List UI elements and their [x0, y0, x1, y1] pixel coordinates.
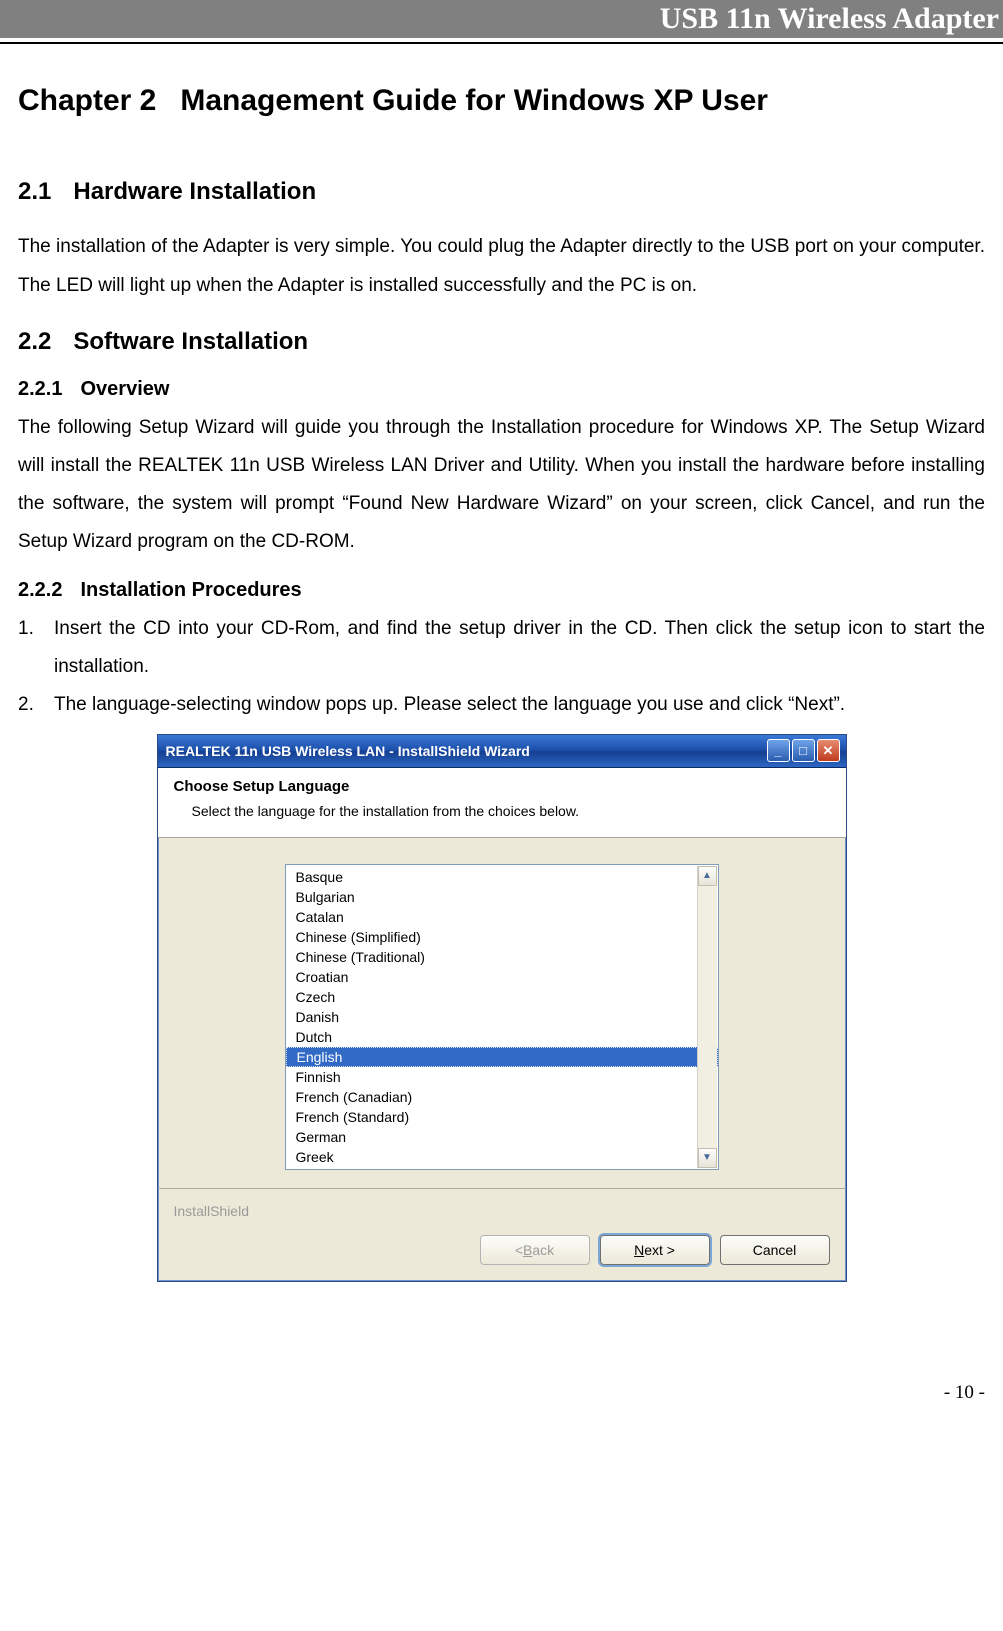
list-item: 2. The language-selecting window pops up…: [18, 686, 985, 724]
scrollbar[interactable]: ▲ ▼: [697, 866, 717, 1168]
chapter-title: Chapter 2 Management Guide for Windows XP…: [18, 84, 985, 118]
section-title: Hardware Installation: [73, 178, 316, 205]
maximize-button[interactable]: □: [792, 739, 815, 762]
close-button[interactable]: ✕: [817, 739, 840, 762]
minimize-icon: _: [768, 740, 789, 761]
language-option[interactable]: Chinese (Simplified): [286, 927, 718, 947]
wizard-body: BasqueBulgarianCatalanChinese (Simplifie…: [158, 838, 846, 1188]
back-button: < Back: [480, 1235, 590, 1265]
section-2-1-heading: 2.1 Hardware Installation: [18, 178, 985, 206]
language-option[interactable]: French (Standard): [286, 1107, 718, 1127]
section-2-2-2-heading: 2.2.2 Installation Procedures: [18, 579, 985, 602]
language-option[interactable]: Dutch: [286, 1027, 718, 1047]
language-option[interactable]: German: [286, 1127, 718, 1147]
list-text: The language-selecting window pops up. P…: [54, 686, 985, 724]
language-option[interactable]: Danish: [286, 1007, 718, 1027]
cancel-label: Cancel: [753, 1242, 797, 1258]
banner-title: Choose Setup Language: [174, 778, 830, 795]
language-option[interactable]: Catalan: [286, 907, 718, 927]
installshield-brand: InstallShield: [174, 1203, 830, 1219]
subsection-num: 2.2.2: [18, 579, 62, 601]
section-2-2-1-para: The following Setup Wizard will guide yo…: [18, 409, 985, 561]
back-rest: ack: [532, 1242, 554, 1258]
next-button[interactable]: Next >: [600, 1235, 710, 1265]
back-accel: B: [523, 1242, 532, 1258]
wizard-titlebar: REALTEK 11n USB Wireless LAN - InstallSh…: [158, 735, 846, 768]
chevron-up-icon: ▲: [702, 870, 712, 881]
language-option[interactable]: Bulgarian: [286, 887, 718, 907]
section-num: 2.2: [18, 328, 51, 355]
section-title: Software Installation: [73, 328, 308, 355]
list-number: 1.: [18, 610, 54, 686]
scroll-up-button[interactable]: ▲: [698, 866, 717, 886]
language-option[interactable]: Croatian: [286, 967, 718, 987]
cancel-button[interactable]: Cancel: [720, 1235, 830, 1265]
language-option[interactable]: French (Canadian): [286, 1087, 718, 1107]
wizard-footer: InstallShield < Back Next > Cancel: [158, 1188, 846, 1281]
minimize-button[interactable]: _: [767, 739, 790, 762]
subsection-num: 2.2.1: [18, 378, 62, 400]
language-option[interactable]: Czech: [286, 987, 718, 1007]
language-option[interactable]: Finnish: [286, 1067, 718, 1087]
scroll-down-button[interactable]: ▼: [698, 1148, 717, 1168]
section-2-2-1-heading: 2.2.1 Overview: [18, 378, 985, 401]
wizard-title-text: REALTEK 11n USB Wireless LAN - InstallSh…: [164, 743, 767, 759]
header-rule: [0, 42, 1003, 44]
wizard-window: REALTEK 11n USB Wireless LAN - InstallSh…: [157, 734, 847, 1282]
section-2-1-para: The installation of the Adapter is very …: [18, 228, 985, 306]
button-row: < Back Next > Cancel: [174, 1235, 830, 1265]
close-icon: ✕: [818, 740, 839, 761]
section-2-2-heading: 2.2 Software Installation: [18, 328, 985, 356]
next-accel: N: [634, 1242, 644, 1258]
list-text: Insert the CD into your CD-Rom, and find…: [54, 610, 985, 686]
back-prefix: <: [515, 1242, 523, 1258]
next-rest: ext >: [644, 1242, 675, 1258]
banner-subtitle: Select the language for the installation…: [192, 803, 830, 819]
list-number: 2.: [18, 686, 54, 724]
page-number: - 10 -: [18, 1382, 985, 1404]
window-controls: _ □ ✕: [767, 739, 840, 762]
maximize-icon: □: [793, 740, 814, 761]
section-num: 2.1: [18, 178, 51, 205]
language-option[interactable]: Greek: [286, 1147, 718, 1167]
language-option[interactable]: English: [286, 1047, 718, 1067]
subsection-title: Installation Procedures: [80, 579, 301, 601]
chapter-name: Management Guide for Windows XP User: [180, 84, 768, 117]
language-option[interactable]: Basque: [286, 867, 718, 887]
language-option[interactable]: Chinese (Traditional): [286, 947, 718, 967]
wizard-figure: REALTEK 11n USB Wireless LAN - InstallSh…: [18, 734, 985, 1282]
language-listbox[interactable]: BasqueBulgarianCatalanChinese (Simplifie…: [285, 864, 719, 1170]
wizard-banner: Choose Setup Language Select the languag…: [158, 768, 846, 838]
chapter-number: Chapter 2: [18, 84, 156, 117]
chevron-down-icon: ▼: [702, 1152, 712, 1163]
list-item: 1. Insert the CD into your CD-Rom, and f…: [18, 610, 985, 686]
header-banner: USB 11n Wireless Adapter: [0, 0, 1003, 38]
subsection-title: Overview: [80, 378, 169, 400]
